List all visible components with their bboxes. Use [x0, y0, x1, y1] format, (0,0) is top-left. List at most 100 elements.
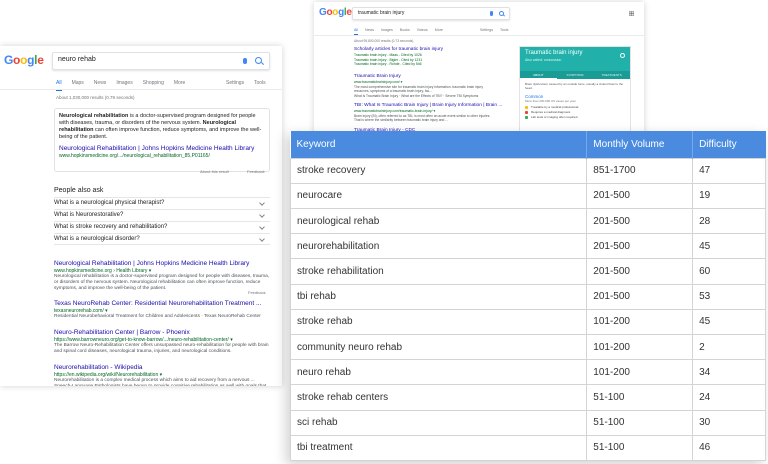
table-row: stroke rehab centers 51-100 24 — [289, 384, 766, 411]
table-row: neurocare 201-500 19 — [289, 182, 766, 209]
chevron-down-icon — [259, 200, 265, 206]
microphone-icon[interactable] — [490, 11, 493, 16]
cell-difficulty: 28 — [692, 207, 766, 235]
column-header-monthly-volume[interactable]: Monthly Volume — [586, 131, 694, 158]
result-title-link[interactable]: Neurorehabilitation - Wikipedia — [54, 364, 272, 372]
table-row: community neuro rehab 101-200 2 — [289, 333, 766, 361]
cell-difficulty: 24 — [692, 384, 766, 411]
result-description: That is where the similarity between tra… — [354, 118, 449, 122]
table-body: stroke recovery 851-1700 47 neurocare 201-50… — [289, 157, 766, 462]
cell-monthly-volume: 201-500 — [586, 182, 694, 209]
search-result: Texas NeuroRehab Center: Residential Neu… — [54, 300, 272, 320]
tabs-divider — [0, 89, 282, 90]
search-input[interactable]: neuro rehab — [52, 52, 270, 70]
tools-link[interactable]: Tools — [254, 80, 266, 86]
cell-keyword: sci rehab — [289, 409, 588, 436]
results-stats: About 99,800,000 results (0.73 seconds) — [354, 39, 414, 43]
cell-keyword: stroke rehab — [289, 308, 588, 335]
cell-difficulty: 47 — [692, 157, 766, 184]
paa-question[interactable]: What is a neurological disorder? — [54, 233, 270, 245]
cell-monthly-volume: 101-200 — [586, 359, 694, 386]
result-description: Neurological rehabilitation is a doctor-… — [54, 274, 270, 291]
cell-difficulty: 19 — [692, 182, 766, 209]
table-row: neuro rehab 101-200 34 — [289, 359, 766, 386]
paa-question[interactable]: What is a neurological physical therapis… — [54, 197, 270, 209]
table-row: tbi treatment 51-100 46 — [289, 434, 766, 462]
microphone-icon[interactable] — [243, 58, 247, 64]
cell-difficulty: 53 — [692, 283, 766, 310]
result-title-link[interactable]: Neurological Rehabilitation | Johns Hopk… — [54, 260, 272, 268]
knowledge-panel-tabs: ABOUT SYMPTOMS TREATMENTS — [520, 71, 630, 79]
tab-about[interactable]: ABOUT — [520, 71, 557, 79]
table-row: neurorehabilitation 201-500 45 — [289, 233, 766, 260]
tools-link[interactable]: Tools — [500, 28, 508, 32]
search-query: neuro rehab — [58, 56, 96, 63]
knowledge-panel-body: Brain dysfunction caused by an outside f… — [520, 79, 630, 123]
knowledge-panel-description: Brain dysfunction caused by an outside f… — [525, 82, 624, 90]
tab-symptoms[interactable]: SYMPTOMS — [557, 71, 594, 79]
snippet-feedback-link[interactable]: Feedback — [247, 169, 265, 174]
cell-keyword: neurocare — [289, 182, 588, 209]
table-row: tbi rehab 201-500 53 — [289, 283, 766, 310]
scholar-link[interactable]: Traumatic brain injury - Rohde - Cited b… — [354, 62, 512, 67]
featured-snippet: Neurological rehabilitation is a doctor-… — [54, 108, 270, 172]
paa-heading: People also ask — [54, 187, 104, 194]
column-header-keyword[interactable]: Keyword — [290, 131, 588, 158]
snippet-title-link[interactable]: Neurological Rehabilitation | Johns Hopk… — [59, 145, 265, 152]
cell-keyword: tbi treatment — [289, 434, 588, 462]
cell-monthly-volume: 51-100 — [586, 434, 694, 462]
google-logo[interactable]: Google — [4, 53, 44, 67]
cell-keyword: stroke rehabilitation — [289, 258, 588, 285]
knowledge-panel-title: Traumatic brain injury — [525, 50, 583, 56]
cell-keyword: stroke recovery — [289, 157, 588, 184]
cell-keyword: stroke rehab centers — [289, 384, 588, 411]
result-title-link[interactable]: Neuro-Rehabilitation Center | Barrow - P… — [54, 329, 272, 337]
google-logo[interactable]: Google — [319, 7, 352, 18]
search-result: Traumatic Brain Injury www.traumaticbrai… — [354, 74, 512, 98]
settings-link[interactable]: Settings — [480, 28, 493, 32]
search-icon[interactable] — [499, 11, 504, 16]
result-title-link[interactable]: Texas NeuroRehab Center: Residential Neu… — [54, 300, 272, 308]
cell-monthly-volume: 101-200 — [586, 333, 694, 361]
result-sitelinks[interactable]: What Is Traumatic Brain Injury · What ar… — [354, 94, 512, 99]
result-description: The Barrow Neuro-Rehabilitation Center o… — [54, 343, 269, 354]
chevron-down-icon — [259, 212, 265, 218]
search-result: Neurological Rehabilitation | Johns Hopk… — [54, 260, 272, 292]
search-input[interactable]: traumatic brain injury — [352, 7, 510, 20]
cell-keyword: neurological rehab — [289, 207, 588, 235]
fact-list: Treatable by a medical professional Requ… — [525, 105, 625, 120]
cell-difficulty: 45 — [692, 233, 766, 260]
about-result-link[interactable]: About this result — [200, 169, 229, 174]
tabs-divider — [314, 35, 644, 36]
settings-link[interactable]: Settings — [226, 80, 244, 86]
search-result: Scholarly articles for traumatic brain i… — [354, 47, 512, 67]
result-description: Neurorehabilitation is a complex medical… — [54, 378, 266, 386]
cell-keyword: community neuro rehab — [289, 333, 588, 361]
column-header-difficulty[interactable]: Difficulty — [692, 131, 766, 158]
table-row: stroke recovery 851-1700 47 — [289, 157, 766, 184]
knowledge-panel-header: Traumatic brain injury Also called: conc… — [520, 47, 630, 71]
cell-monthly-volume: 101-200 — [586, 308, 694, 335]
search-query: traumatic brain injury — [358, 10, 405, 16]
paa-question[interactable]: What is Neurorestorative? — [54, 209, 270, 221]
table-row: stroke rehabilitation 201-500 60 — [289, 258, 766, 285]
knowledge-panel-subtitle: Also called: concussion — [525, 58, 562, 62]
cell-difficulty: 45 — [692, 308, 766, 335]
cell-difficulty: 34 — [692, 359, 766, 386]
cell-monthly-volume: 851-1700 — [586, 157, 694, 184]
paa-question[interactable]: What is stroke recovery and rehabilitati… — [54, 221, 270, 233]
keyword-table: Keyword Monthly Volume Difficulty stroke… — [289, 131, 766, 462]
cell-keyword: neuro rehab — [289, 359, 588, 386]
people-also-ask: People also ask What is a neurological p… — [54, 187, 270, 245]
fact-item: Lab tests or imaging often required — [525, 115, 625, 120]
apps-grid-icon[interactable] — [629, 11, 634, 16]
cell-monthly-volume: 201-500 — [586, 207, 694, 235]
table-row: stroke rehab 101-200 45 — [289, 308, 766, 335]
common-subtext: More than 200,000 US cases per year — [525, 99, 576, 103]
snippet-url: www.hopkinsmedicine.org/.../neurological… — [59, 153, 210, 159]
share-icon[interactable] — [620, 53, 625, 58]
chevron-down-icon — [259, 236, 265, 242]
search-icon[interactable] — [255, 57, 262, 64]
tab-treatments[interactable]: TREATMENTS — [593, 71, 630, 79]
cell-keyword: tbi rehab — [289, 283, 588, 310]
